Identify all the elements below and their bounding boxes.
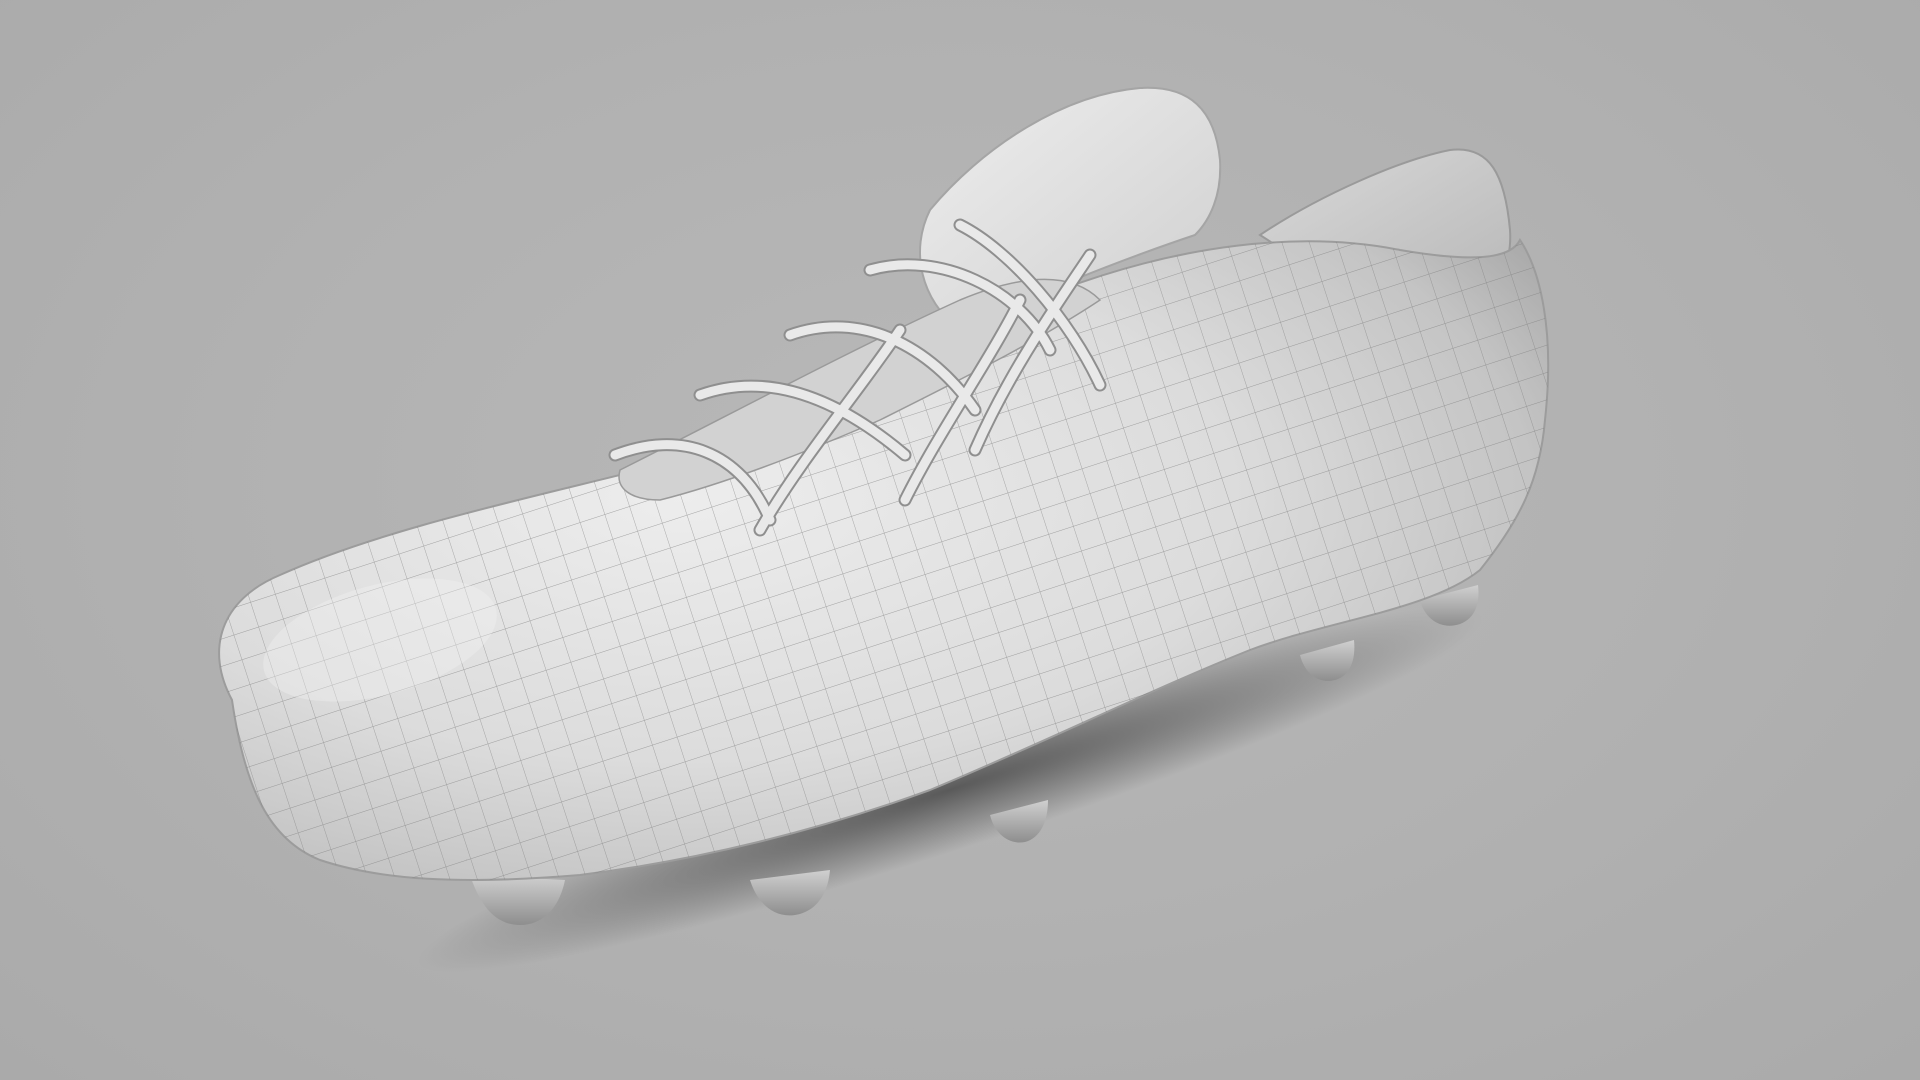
- wireframe-mesh: [219, 240, 1549, 880]
- boot-render: [218, 86, 1550, 973]
- viewport: [0, 0, 1920, 1080]
